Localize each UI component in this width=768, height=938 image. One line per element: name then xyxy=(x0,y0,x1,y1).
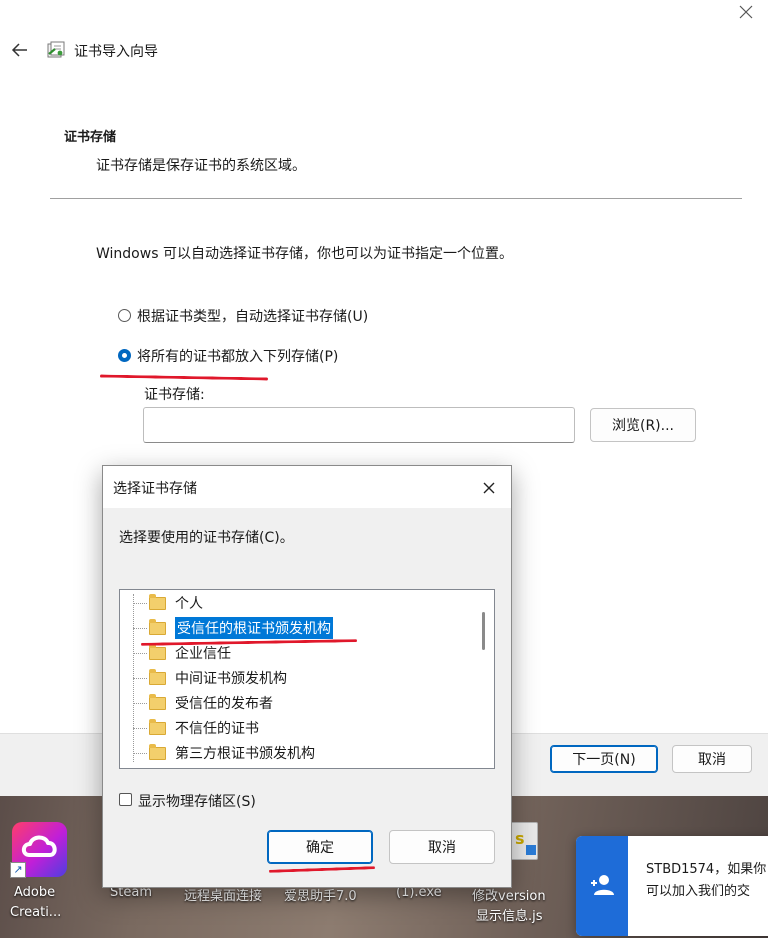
folder-icon xyxy=(149,593,166,610)
add-user-icon xyxy=(591,875,614,895)
store-input[interactable] xyxy=(143,407,575,443)
close-icon[interactable] xyxy=(736,2,756,22)
desktop-icon-label[interactable]: 显示信息.js xyxy=(476,905,543,924)
radio-auto-store-label[interactable]: 根据证书类型，自动选择证书存储(U) xyxy=(137,306,368,326)
section-heading: 证书存储 xyxy=(64,130,117,145)
divider xyxy=(50,198,742,199)
cancel-button[interactable]: 取消 xyxy=(672,745,752,773)
tree-item[interactable]: 第三方根证书颁发机构 xyxy=(133,741,315,765)
tree-item[interactable]: 不信任的证书 xyxy=(133,716,259,740)
section-description: 证书存储是保存证书的系统区域。 xyxy=(96,158,306,174)
show-physical-label[interactable]: 显示物理存储区(S) xyxy=(138,791,256,811)
folder-icon xyxy=(149,618,166,635)
shortcut-arrow-icon: ↗ xyxy=(10,862,26,878)
notification-line-1: STBD1574，如果你 xyxy=(646,862,767,877)
radio-auto-store[interactable] xyxy=(118,309,131,322)
notification-toast[interactable]: STBD1574，如果你 可以加入我们的交 xyxy=(576,836,768,936)
tree-item[interactable]: 受信任的发布者 xyxy=(133,691,273,715)
desktop-icon-label[interactable]: Creati... xyxy=(10,905,61,920)
notification-line-2: 可以加入我们的交 xyxy=(646,884,751,899)
next-button[interactable]: 下一页(N) xyxy=(550,745,658,773)
red-annotation-underline xyxy=(268,866,376,873)
dialog-cancel-button[interactable]: 取消 xyxy=(389,830,495,864)
tree-item[interactable]: 中间证书颁发机构 xyxy=(133,666,287,690)
dialog-prompt: 选择要使用的证书存储(C)。 xyxy=(119,530,294,546)
radio-manual-store[interactable] xyxy=(118,349,131,362)
select-store-dialog: 选择证书存储 选择要使用的证书存储(C)。 个人 受信任的根证书颁发机构 企业信… xyxy=(102,465,512,888)
folder-icon xyxy=(149,743,166,760)
certificate-wizard-icon xyxy=(46,40,66,60)
tree-item[interactable]: 个人 xyxy=(133,591,203,615)
desktop-icon-label[interactable]: Adobe xyxy=(14,885,55,900)
radio-manual-store-label[interactable]: 将所有的证书都放入下列存储(P) xyxy=(137,346,338,366)
store-tree[interactable]: 个人 受信任的根证书颁发机构 企业信任 中间证书颁发机构 受信任的发布者 不信任… xyxy=(119,589,495,769)
notification-icon-area xyxy=(576,836,628,936)
back-arrow-icon[interactable] xyxy=(10,40,30,60)
red-annotation-underline xyxy=(99,374,269,381)
folder-icon xyxy=(149,668,166,685)
dialog-close-icon[interactable] xyxy=(479,478,499,498)
dialog-title: 选择证书存储 xyxy=(113,481,197,497)
show-physical-checkbox[interactable] xyxy=(119,793,132,806)
browse-button[interactable]: 浏览(R)... xyxy=(590,408,696,442)
ok-button[interactable]: 确定 xyxy=(267,830,373,864)
tree-item-selected[interactable]: 受信任的根证书颁发机构 xyxy=(133,616,333,640)
tree-scrollbar-thumb[interactable] xyxy=(482,612,485,650)
folder-icon xyxy=(149,643,166,660)
intro-text: Windows 可以自动选择证书存储，你也可以为证书指定一个位置。 xyxy=(96,246,513,262)
wizard-title: 证书导入向导 xyxy=(74,44,158,60)
javascript-file-icon[interactable]: s xyxy=(508,822,538,860)
store-label: 证书存储: xyxy=(144,387,205,403)
folder-icon xyxy=(149,718,166,735)
folder-icon xyxy=(149,693,166,710)
